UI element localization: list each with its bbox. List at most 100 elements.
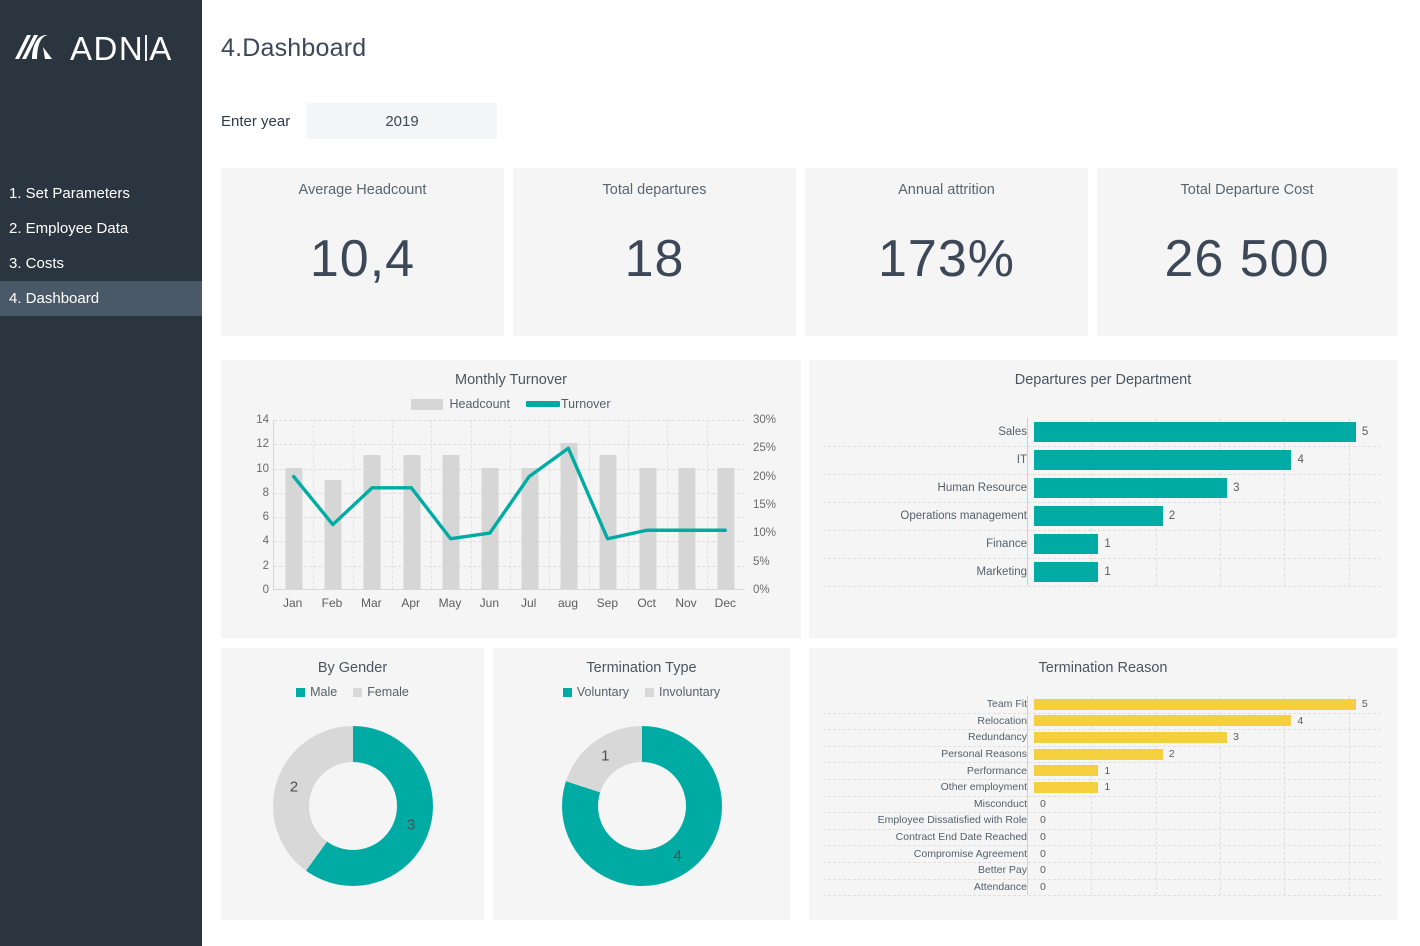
- legend-item-female[interactable]: Female: [353, 685, 409, 699]
- year-input[interactable]: 2019: [307, 103, 497, 139]
- bar-track: 0: [1034, 848, 1381, 859]
- bar-fill: [1034, 765, 1098, 776]
- kpi-card-total-departure-cost: Total Departure Cost26 500: [1097, 168, 1397, 336]
- kpi-card-average-headcount: Average Headcount10,4: [221, 168, 504, 336]
- bar-value-label: 2: [1163, 748, 1175, 760]
- legend-label: Female: [367, 685, 409, 699]
- bar-track: 5: [1034, 699, 1381, 710]
- termination-reason-panel: Termination ReasonTeam Fit5Relocation4Re…: [809, 648, 1397, 920]
- bar-category-label: Sales: [823, 426, 1034, 438]
- bar-row: Personal Reasons2: [823, 746, 1381, 763]
- bar-row: Compromise Agreement0: [823, 845, 1381, 862]
- bar-row: Contract End Date Reached0: [823, 829, 1381, 846]
- bar-value-label: 1: [1098, 781, 1110, 793]
- y-tick-left: 4: [263, 535, 269, 547]
- donut-value-label: 2: [290, 778, 298, 795]
- kpi-value: 18: [625, 198, 685, 336]
- legend-item-involuntary[interactable]: Involuntary: [645, 685, 720, 699]
- bar-row: Attendance0: [823, 879, 1381, 896]
- gridline-horizontal: [823, 586, 1381, 587]
- bar-value-label: 4: [1291, 715, 1303, 727]
- legend-item-male[interactable]: Male: [296, 685, 337, 699]
- brand-logo[interactable]: ADNA: [0, 22, 202, 74]
- y-tick-right: 0%: [753, 584, 770, 596]
- brand-name-part2: A: [149, 32, 173, 65]
- legend-swatch-icon: [526, 401, 560, 407]
- bar-category-label: Attendance: [823, 881, 1034, 893]
- kpi-value: 10,4: [310, 198, 415, 336]
- adnia-logo-icon: [12, 29, 64, 67]
- bar-value-label: 1: [1098, 765, 1110, 777]
- bar-track: 1: [1034, 782, 1381, 793]
- legend-swatch-icon: [563, 688, 572, 697]
- bar-row: Operations management 2: [823, 502, 1381, 530]
- main-content: 4.Dashboard Enter year 2019 Average Head…: [202, 0, 1420, 946]
- x-tick-label: Mar: [361, 596, 382, 610]
- sidebar-item-set-parameters[interactable]: 1. Set Parameters: [0, 176, 202, 211]
- bar-track: 2: [1034, 749, 1381, 760]
- sidebar-item-employee-data[interactable]: 2. Employee Data: [0, 211, 202, 246]
- departures-per-department-chart: Sales5IT4Human Resource3Operations manag…: [823, 418, 1381, 586]
- x-tick-label: Sep: [597, 596, 618, 610]
- y-tick-right: 5%: [753, 556, 770, 568]
- bar-row: Misconduct0: [823, 796, 1381, 813]
- brand-divider-icon: [145, 35, 147, 61]
- legend-label: Male: [310, 685, 337, 699]
- kpi-title: Total departures: [603, 182, 707, 198]
- legend-item-turnover[interactable]: Turnover: [526, 397, 611, 411]
- y-axis-right: 0%5%10%15%20%25%30%: [749, 420, 783, 590]
- year-label: Enter year: [221, 113, 297, 130]
- x-tick-label: Apr: [401, 596, 420, 610]
- bar-row: Marketing 1: [823, 558, 1381, 586]
- bar-value-label: 0: [1034, 848, 1046, 860]
- legend-swatch-icon: [353, 688, 362, 697]
- y-axis-left: 02468101214: [235, 420, 269, 590]
- bar-track: 5: [1034, 422, 1381, 442]
- bar-value-label: 4: [1291, 454, 1303, 466]
- x-tick-label: Feb: [322, 596, 343, 610]
- sidebar-item-label: 2. Employee Data: [9, 220, 128, 237]
- bar-category-label: Marketing: [823, 566, 1034, 578]
- x-tick-label: Jan: [283, 596, 302, 610]
- bar-track: 4: [1034, 715, 1381, 726]
- kpi-value: 173%: [878, 198, 1015, 336]
- by-gender-chart: 32: [221, 726, 484, 886]
- bar-value-label: 0: [1034, 814, 1046, 826]
- chart-title: Departures per Department: [809, 360, 1397, 388]
- x-tick-label: Oct: [637, 596, 656, 610]
- bar-track: 4: [1034, 450, 1381, 470]
- legend-label: Headcount: [449, 397, 509, 411]
- legend-item-voluntary[interactable]: Voluntary: [563, 685, 629, 699]
- y-tick-left: 10: [256, 463, 269, 475]
- kpi-title: Annual attrition: [898, 182, 995, 198]
- sidebar-item-dashboard[interactable]: 4. Dashboard: [0, 281, 202, 316]
- x-tick-label: Jul: [521, 596, 536, 610]
- x-tick-label: aug: [558, 596, 578, 610]
- brand-name: ADNA: [70, 32, 173, 65]
- bar-row: Performance1: [823, 762, 1381, 779]
- chart-legend: Headcount Turnover: [221, 397, 801, 411]
- bar-row: Better Pay0: [823, 862, 1381, 879]
- dashboard-page: ADNA 1. Set Parameters 2. Employee Data 3.…: [0, 0, 1420, 946]
- bar-fill: [1034, 749, 1163, 760]
- monthly-turnover-chart: 024681012140%5%10%15%20%25%30%JanFebMarA…: [221, 420, 801, 620]
- bar-value-label: 2: [1163, 510, 1175, 522]
- chart-title: Termination Reason: [809, 648, 1397, 676]
- y-tick-left: 8: [263, 487, 269, 499]
- chart-legend: Voluntary Involuntary: [493, 685, 790, 699]
- bar-row: Employee Dissatisfied with Role0: [823, 812, 1381, 829]
- bar-category-label: Operations management: [823, 510, 1034, 522]
- bar-fill: [1034, 732, 1227, 743]
- chart-title: By Gender: [221, 648, 484, 676]
- bar-track: 0: [1034, 832, 1381, 843]
- bar-track: 0: [1034, 798, 1381, 809]
- bar-value-label: 1: [1098, 566, 1110, 578]
- legend-item-headcount[interactable]: Headcount: [411, 397, 509, 411]
- sidebar-item-costs[interactable]: 3. Costs: [0, 246, 202, 281]
- donut-hole: [598, 762, 686, 850]
- kpi-card-annual-attrition: Annual attrition173%: [805, 168, 1088, 336]
- kpi-title: Average Headcount: [299, 182, 427, 198]
- bar-category-label: Employee Dissatisfied with Role: [823, 814, 1034, 826]
- chart-legend: Male Female: [221, 685, 484, 699]
- y-tick-right: 30%: [753, 414, 776, 426]
